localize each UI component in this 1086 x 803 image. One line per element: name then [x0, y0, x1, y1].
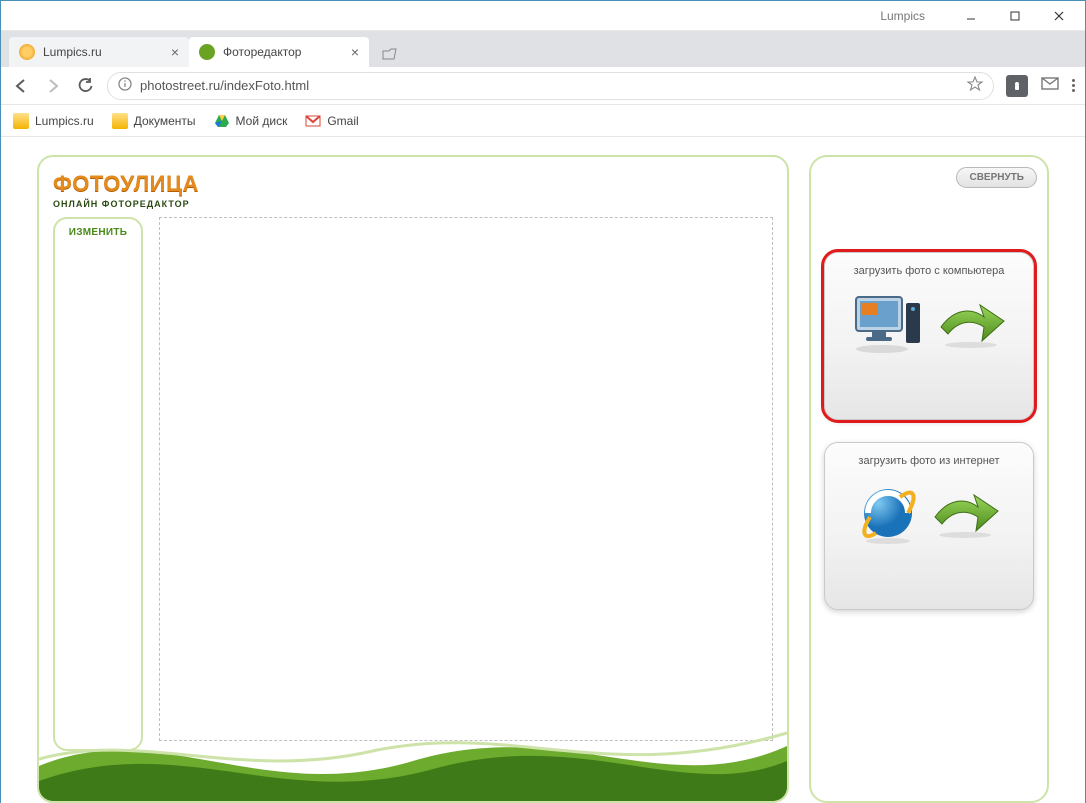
- nav-forward-button[interactable]: [43, 76, 63, 96]
- window-maximize-button[interactable]: [993, 2, 1037, 30]
- window-close-button[interactable]: [1037, 2, 1081, 30]
- tab-title: Фоторедактор: [223, 45, 343, 59]
- page-content: ФОТОУЛИЦА ОНЛАЙН ФОТОРЕДАКТОР ИЗМЕНИТЬ О…: [1, 137, 1085, 803]
- photo-canvas[interactable]: [159, 217, 773, 741]
- window-titlebar: Lumpics: [1, 1, 1085, 31]
- drive-icon: [214, 113, 230, 129]
- browser-nav-bar: photostreet.ru/indexFoto.html: [1, 67, 1085, 105]
- clear-button[interactable]: ОЧИСТИТЬ: [57, 763, 139, 797]
- arrow-right-icon: [936, 299, 1006, 354]
- tab-title: Lumpics.ru: [43, 45, 163, 59]
- lumpics-favicon: [19, 44, 35, 60]
- address-bar[interactable]: photostreet.ru/indexFoto.html: [107, 72, 994, 100]
- tab-lumpics[interactable]: Lumpics.ru ×: [9, 37, 189, 67]
- site-info-icon[interactable]: [118, 77, 132, 94]
- app-logo-subtitle: ОНЛАЙН ФОТОРЕДАКТОР: [53, 199, 199, 209]
- bookmark-drive[interactable]: Мой диск: [214, 113, 288, 129]
- tool-change-panel[interactable]: ИЗМЕНИТЬ: [53, 217, 143, 751]
- tab-close-icon[interactable]: ×: [171, 44, 179, 60]
- extension-badge[interactable]: [1006, 75, 1028, 97]
- left-tool-column: ИЗМЕНИТЬ ОЧИСТИТЬ: [53, 217, 143, 801]
- ie-globe-icon: [858, 483, 920, 550]
- bookmark-label: Мой диск: [236, 114, 288, 128]
- editor-main-panel: ФОТОУЛИЦА ОНЛАЙН ФОТОРЕДАКТОР ИЗМЕНИТЬ О…: [37, 155, 789, 803]
- upload-from-computer-card[interactable]: загрузить фото с компьютера: [824, 252, 1034, 420]
- nav-reload-button[interactable]: [75, 76, 95, 96]
- upload-internet-label: загрузить фото из интернет: [858, 455, 999, 467]
- app-logo: ФОТОУЛИЦА: [53, 171, 199, 197]
- bookmark-label: Gmail: [327, 114, 358, 128]
- bookmark-gmail[interactable]: Gmail: [305, 113, 358, 129]
- bookmark-label: Lumpics.ru: [35, 114, 94, 128]
- right-upload-panel: СВЕРНУТЬ загрузить фото с компьютера: [809, 155, 1049, 803]
- photoeditor-favicon: [199, 44, 215, 60]
- window-app-label: Lumpics: [880, 9, 925, 23]
- folder-icon: [112, 113, 128, 129]
- tool-change-label: ИЗМЕНИТЬ: [55, 227, 141, 238]
- window-minimize-button[interactable]: [949, 2, 993, 30]
- monitor-icon: [852, 293, 926, 360]
- new-tab-button[interactable]: [377, 43, 401, 67]
- mail-icon[interactable]: [1040, 73, 1060, 98]
- upload-computer-label: загрузить фото с компьютера: [854, 265, 1005, 277]
- url-text: photostreet.ru/indexFoto.html: [140, 78, 959, 93]
- browser-menu-button[interactable]: [1072, 79, 1075, 92]
- upload-computer-illustration: [852, 293, 1006, 360]
- gmail-icon: [305, 113, 321, 129]
- bookmark-documents[interactable]: Документы: [112, 113, 196, 129]
- collapse-button[interactable]: СВЕРНУТЬ: [956, 167, 1037, 188]
- upload-internet-illustration: [858, 483, 1000, 550]
- bookmark-star-icon[interactable]: [967, 76, 983, 95]
- bookmark-label: Документы: [134, 114, 196, 128]
- tab-close-icon[interactable]: ×: [351, 44, 359, 60]
- bookmarks-bar: Lumpics.ru Документы Мой диск Gmail: [1, 105, 1085, 137]
- browser-tab-strip: Lumpics.ru × Фоторедактор ×: [1, 31, 1085, 67]
- tab-photoeditor[interactable]: Фоторедактор ×: [189, 37, 369, 67]
- arrow-right-icon: [930, 489, 1000, 544]
- nav-back-button[interactable]: [11, 76, 31, 96]
- folder-icon: [13, 113, 29, 129]
- bookmark-lumpics[interactable]: Lumpics.ru: [13, 113, 94, 129]
- upload-from-internet-card[interactable]: загрузить фото из интернет: [824, 442, 1034, 610]
